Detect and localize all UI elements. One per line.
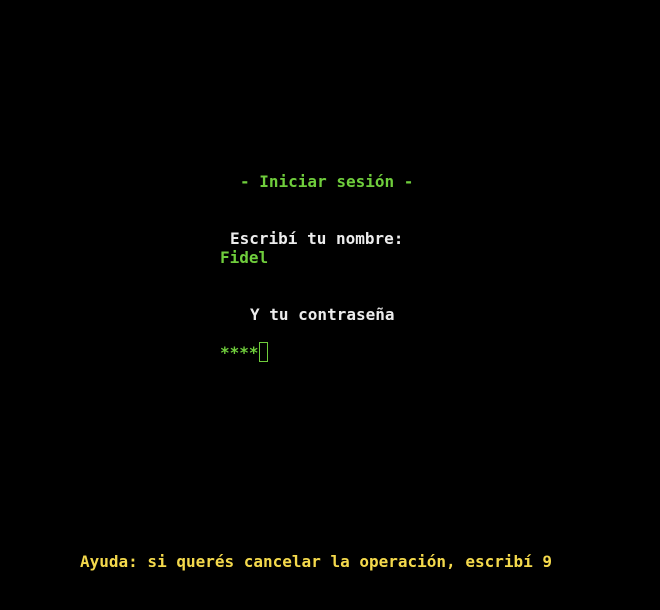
help-message: Ayuda: si querés cancelar la operación, … xyxy=(80,552,553,571)
name-prompt-label: Escribí tu nombre: xyxy=(230,229,404,248)
page-title: - Iniciar sesión - xyxy=(240,172,414,191)
text-cursor xyxy=(258,342,268,362)
password-prompt-label: Y tu contraseña xyxy=(250,305,395,324)
name-input-value: Fidel xyxy=(220,248,269,267)
password-masked-value: **** xyxy=(220,342,259,362)
password-field[interactable]: **** xyxy=(220,342,268,362)
